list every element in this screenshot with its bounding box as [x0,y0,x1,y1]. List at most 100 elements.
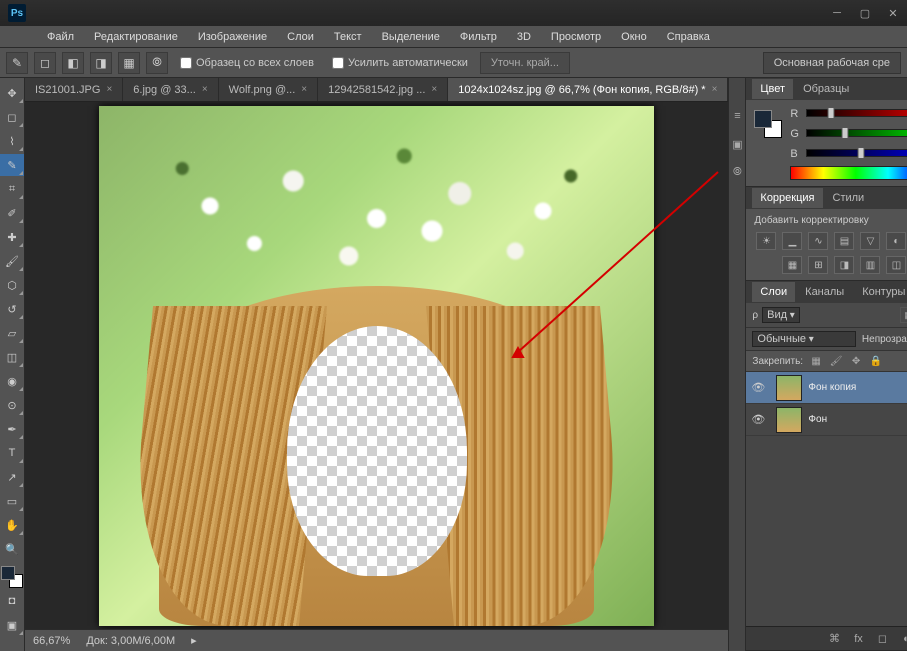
pen-tool[interactable]: ✒ [0,418,24,440]
close-button[interactable]: ✕ [879,3,907,23]
fx-icon[interactable]: fx [850,631,866,647]
actions-icon[interactable]: ▣ [729,136,745,152]
layer-row[interactable]: 👁 Фон 🔒 [746,404,907,436]
spectrum-bar[interactable] [790,166,907,180]
hand-tool[interactable]: ✋ [0,514,24,536]
selection-new-icon[interactable]: ◻ [34,52,56,74]
visibility-icon[interactable]: 👁 [746,381,770,394]
menu-layers[interactable]: Слои [278,28,323,46]
auto-enhance-checkbox[interactable]: Усилить автоматически [326,57,474,69]
menu-window[interactable]: Окно [612,28,656,46]
panel-color-swatch[interactable] [754,110,782,138]
brush-icon[interactable]: ⦾ [729,164,745,180]
r-slider[interactable] [806,109,907,119]
adj-exposure-icon[interactable]: ▤ [834,232,854,250]
tab-adjustments[interactable]: Коррекция [752,188,822,208]
mask-icon[interactable]: ◻ [874,631,890,647]
tab-2[interactable]: Wolf.png @...× [219,78,318,101]
menu-edit[interactable]: Редактирование [85,28,187,46]
menu-select[interactable]: Выделение [373,28,449,46]
lasso-tool[interactable]: ⌇ [0,130,24,152]
adj-mixer-icon[interactable]: ▦ [782,256,802,274]
layer-name[interactable]: Фон [808,414,907,425]
adj-posterize-icon[interactable]: ▥ [860,256,880,274]
layer-thumbnail[interactable] [776,375,802,401]
tool-preset-icon[interactable]: ✎ [6,52,28,74]
adj-threshold-icon[interactable]: ◫ [886,256,906,274]
tab-styles[interactable]: Стили [825,188,873,208]
color-swatches[interactable] [1,566,23,588]
tab-4[interactable]: 1024x1024sz.jpg @ 66,7% (Фон копия, RGB/… [448,78,728,101]
menu-3d[interactable]: 3D [508,28,540,46]
maximize-button[interactable]: ▢ [851,3,879,23]
selection-sub-icon[interactable]: ◨ [90,52,112,74]
close-icon[interactable]: × [712,84,718,95]
workspace-switcher[interactable]: Основная рабочая сре [763,52,901,74]
selection-add-icon[interactable]: ◧ [62,52,84,74]
close-icon[interactable]: × [202,84,208,95]
zoom-level[interactable]: 66,67% [33,635,70,647]
quick-select-tool[interactable]: ✎ [0,154,24,176]
heal-tool[interactable]: ✚ [0,226,24,248]
brush-size-icon[interactable]: ⦾ [146,52,168,74]
menu-view[interactable]: Просмотр [542,28,610,46]
path-tool[interactable]: ↗ [0,466,24,488]
lock-paint-icon[interactable]: 🖌 [829,354,843,368]
menu-help[interactable]: Справка [658,28,719,46]
adj-layer-icon[interactable]: ◐ [898,631,907,647]
blend-mode-select[interactable]: Обычные ▾ [752,331,856,347]
menu-image[interactable]: Изображение [189,28,276,46]
minimize-button[interactable]: ─ [823,3,851,23]
type-tool[interactable]: T [0,442,24,464]
visibility-icon[interactable]: 👁 [746,413,770,426]
adj-invert-icon[interactable]: ◨ [834,256,854,274]
close-icon[interactable]: × [301,84,307,95]
tab-0[interactable]: IS21001.JPG× [25,78,123,101]
lock-trans-icon[interactable]: ▦ [809,354,823,368]
quickmask-tool[interactable]: ◘ [0,590,24,612]
dodge-tool[interactable]: ⊙ [0,394,24,416]
tab-channels[interactable]: Каналы [797,282,852,302]
blur-tool[interactable]: ◉ [0,370,24,392]
filter-pixel-icon[interactable]: ▦ [900,307,907,323]
eyedropper-tool[interactable]: ✐ [0,202,24,224]
adj-hue-icon[interactable]: ◐ [886,232,906,250]
filter-kind-select[interactable]: Вид ▾ [762,307,800,323]
zoom-tool[interactable]: 🔍 [0,538,24,560]
layer-thumbnail[interactable] [776,407,802,433]
tab-color[interactable]: Цвет [752,79,793,99]
link-icon[interactable]: ⌘ [826,631,842,647]
close-icon[interactable]: × [106,84,112,95]
stamp-tool[interactable]: ⬡ [0,274,24,296]
history-icon[interactable]: ≡ [729,108,745,124]
status-chevron-icon[interactable]: ▸ [191,634,197,647]
adj-brightness-icon[interactable]: ☀ [756,232,776,250]
menu-text[interactable]: Текст [325,28,371,46]
move-tool[interactable]: ✥ [0,82,24,104]
gradient-tool[interactable]: ◫ [0,346,24,368]
tab-layers[interactable]: Слои [752,282,795,302]
eraser-tool[interactable]: ▱ [0,322,24,344]
shape-tool[interactable]: ▭ [0,490,24,512]
refine-edge-button[interactable]: Уточн. край... [480,52,570,74]
close-icon[interactable]: × [431,84,437,95]
sample-all-checkbox[interactable]: Образец со всех слоев [174,57,320,69]
screenmode-tool[interactable]: ▣ [0,614,24,636]
marquee-tool[interactable]: ◻ [0,106,24,128]
adj-lookup-icon[interactable]: ⊞ [808,256,828,274]
selection-int-icon[interactable]: ▦ [118,52,140,74]
layer-row[interactable]: 👁 Фон копия [746,372,907,404]
adj-levels-icon[interactable]: ▁ [782,232,802,250]
tab-swatches[interactable]: Образцы [795,79,857,99]
tab-1[interactable]: 6.jpg @ 33...× [123,78,218,101]
tab-3[interactable]: 12942581542.jpg ...× [318,78,448,101]
brush-tool[interactable]: 🖌 [0,250,24,272]
lock-all-icon[interactable]: 🔒 [869,354,883,368]
history-brush-tool[interactable]: ↺ [0,298,24,320]
layer-name[interactable]: Фон копия [808,382,907,393]
b-slider[interactable] [806,149,907,159]
menu-file[interactable]: Файл [38,28,83,46]
adj-curves-icon[interactable]: ∿ [808,232,828,250]
lock-pos-icon[interactable]: ✥ [849,354,863,368]
g-slider[interactable] [806,129,907,139]
